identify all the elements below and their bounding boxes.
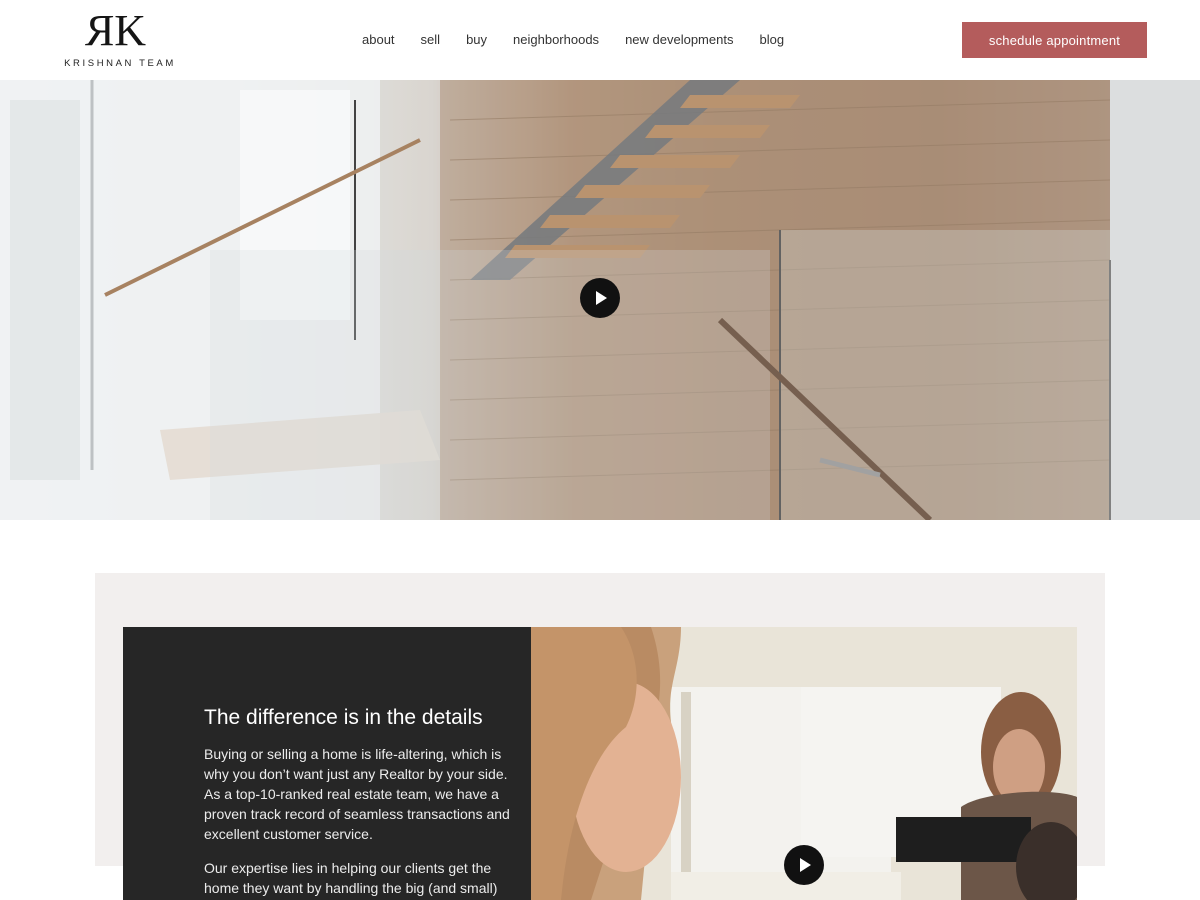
feature-text-panel: The difference is in the details Buying … [123,627,531,900]
main-nav: about sell buy neighborhoods new develop… [362,31,784,49]
nav-blog[interactable]: blog [759,31,784,49]
nav-new-developments[interactable]: new developments [625,31,733,49]
nav-neighborhoods[interactable]: neighborhoods [513,31,599,49]
feature-title: The difference is in the details [204,706,483,729]
logo-mark: RK [93,6,146,55]
play-icon[interactable] [784,845,824,885]
logo-text: KRISHNAN TEAM [64,58,176,69]
feature-video[interactable] [531,627,1077,900]
schedule-appointment-button[interactable]: schedule appointment [962,22,1147,58]
hero-video[interactable] [0,80,1200,520]
nav-about[interactable]: about [362,31,395,49]
nav-sell[interactable]: sell [421,31,441,49]
feature-paragraph-2: Our expertise lies in helping our client… [204,860,498,896]
play-icon[interactable] [580,278,620,318]
feature-paragraph-1: Buying or selling a home is life-alterin… [204,746,510,842]
site-header: RK KRISHNAN TEAM about sell buy neighbor… [0,0,1200,80]
nav-buy[interactable]: buy [466,31,487,49]
logo[interactable]: RK KRISHNAN TEAM [60,6,180,72]
